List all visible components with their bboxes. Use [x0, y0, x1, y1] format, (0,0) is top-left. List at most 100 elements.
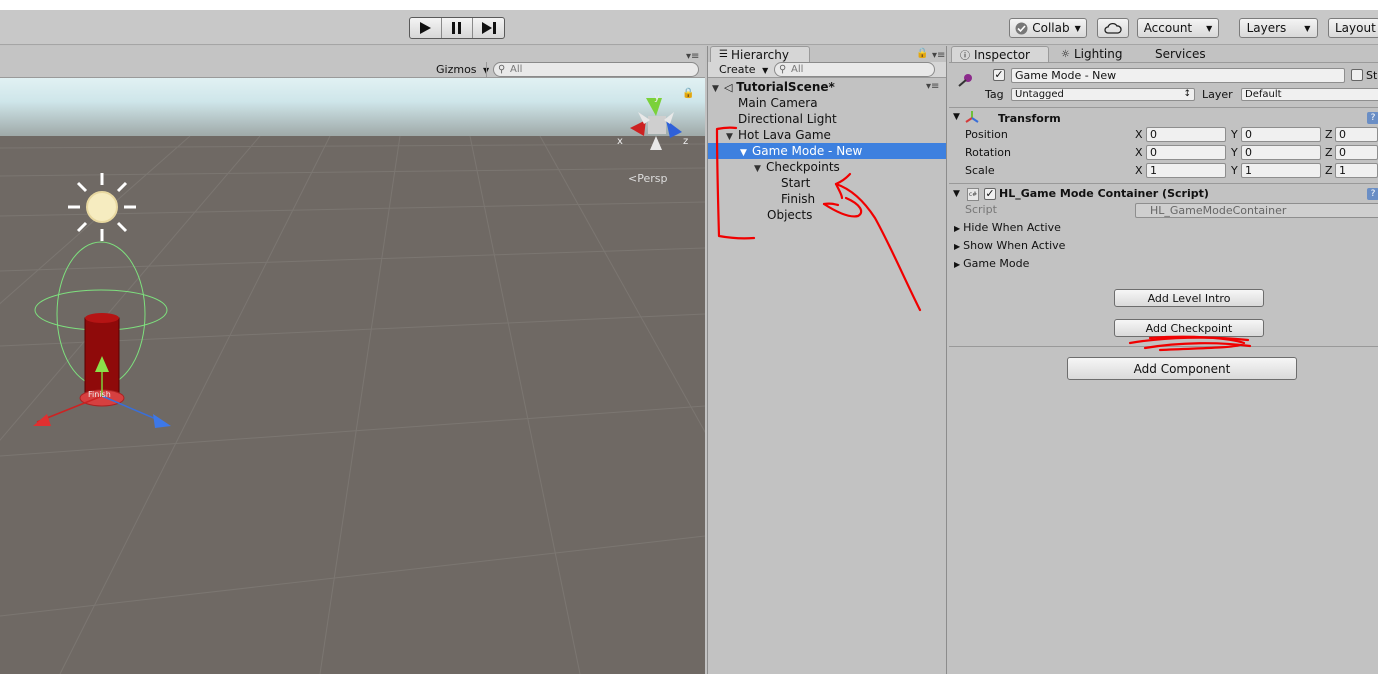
chevron-down-icon: ▼ [1206, 23, 1213, 33]
expand-triangle-icon: ▼ [712, 84, 719, 94]
search-icon: ⚲ [779, 64, 787, 75]
scene-view[interactable]: ▾≡ Gizmos ▼ ⚲ All [0, 46, 705, 674]
scale-x-field[interactable]: 1 [1146, 163, 1226, 178]
x-label: X [1135, 146, 1143, 159]
add-checkpoint-button[interactable]: Add Checkpoint [1114, 319, 1264, 337]
show-when-active-label: Show When Active [963, 239, 1066, 252]
scale-y-field[interactable]: 1 [1241, 163, 1321, 178]
pause-icon [452, 22, 461, 34]
chevron-down-icon: ▼ [762, 66, 769, 75]
layout-dropdown[interactable]: Layout [1328, 18, 1378, 38]
hierarchy-item-start[interactable]: Start [781, 175, 810, 191]
layout-label: Layout [1335, 21, 1376, 35]
lock-icon[interactable]: 🔒 [916, 48, 928, 59]
projection-toggle[interactable]: <Persp [628, 172, 667, 185]
position-x-field[interactable]: 0 [1146, 127, 1226, 142]
scene-menu-icon[interactable]: ▾≡ [926, 79, 939, 95]
add-level-intro-button[interactable]: Add Level Intro [1114, 289, 1264, 307]
layers-dropdown[interactable]: Layers ▼ [1239, 18, 1318, 38]
foldout-triangle-icon[interactable]: ▼ [953, 112, 960, 122]
window-top-strip [0, 0, 1378, 10]
component-enabled-checkbox[interactable]: ✓ [984, 188, 996, 200]
tab-lighting[interactable]: ☼ Lighting [1053, 46, 1143, 62]
create-label: Create [719, 63, 756, 76]
x-label: X [1135, 164, 1143, 177]
step-button[interactable] [473, 18, 504, 38]
z-label: Z [1325, 128, 1333, 141]
tab-inspector[interactable]: ⓘ Inspector [951, 46, 1049, 62]
script-value: HL_GameModeContainer [1150, 204, 1287, 217]
scene-search-placeholder: All [510, 64, 523, 75]
pause-button[interactable] [442, 18, 474, 38]
account-dropdown[interactable]: Account ▼ [1137, 18, 1219, 38]
tab-services[interactable]: Services [1147, 46, 1227, 62]
directional-light-icon[interactable] [66, 171, 138, 243]
script-field: HL_GameModeContainer [1135, 203, 1378, 218]
static-checkbox[interactable] [1351, 69, 1363, 81]
hide-when-active-label: Hide When Active [963, 221, 1061, 234]
search-icon: ⚲ [498, 64, 506, 75]
hierarchy-search-placeholder: All [791, 64, 804, 75]
foldout-hide-when-active[interactable]: ▶ Hide When Active [954, 221, 1061, 236]
rotation-z-field[interactable]: 0 [1335, 145, 1378, 160]
hierarchy-item-objects[interactable]: Objects [767, 207, 812, 223]
lighting-icon: ☼ [1061, 48, 1070, 60]
script-component-title: HL_Game Mode Container (Script) [999, 187, 1209, 200]
help-icon[interactable]: ? [1367, 188, 1378, 200]
selected-object-gizmo[interactable] [25, 236, 185, 436]
gizmos-label: Gizmos [436, 63, 477, 76]
rotation-x-field[interactable]: 0 [1146, 145, 1226, 160]
hierarchy-item-directional-light[interactable]: Directional Light [738, 111, 837, 127]
position-z-field[interactable]: 0 [1335, 127, 1378, 142]
axis-y-label: y [654, 92, 660, 103]
rotation-y-field[interactable]: 0 [1241, 145, 1321, 160]
checkpoints-label: Checkpoints [766, 160, 840, 174]
scene-search-input[interactable]: ⚲ All [493, 62, 699, 77]
lock-icon[interactable]: 🔒 [682, 88, 694, 99]
z-label: Z [1325, 164, 1333, 177]
hierarchy-item-finish[interactable]: Finish [781, 191, 815, 207]
collab-button[interactable]: Collab ▼ [1009, 18, 1087, 38]
hierarchy-search-input[interactable]: ⚲ All [774, 62, 935, 77]
axis-z-label: z [683, 136, 689, 147]
collab-label: Collab [1032, 21, 1070, 35]
scene-skybox [0, 78, 705, 136]
script-label: Script [965, 203, 997, 216]
x-label: X [1135, 128, 1143, 141]
object-name-field[interactable]: Game Mode - New [1011, 68, 1345, 83]
tag-dropdown[interactable]: Untagged ↕ [1011, 88, 1195, 101]
active-checkbox[interactable]: ✓ [993, 69, 1005, 81]
foldout-triangle-icon[interactable]: ▼ [953, 189, 960, 199]
hierarchy-item-game-mode-new[interactable]: ▼ Game Mode - New [708, 143, 946, 159]
layer-label: Layer [1202, 88, 1233, 101]
foldout-show-when-active[interactable]: ▶ Show When Active [954, 239, 1065, 254]
panel-menu-icon[interactable]: ▾≡ [932, 50, 945, 61]
axis-x-label: x [617, 136, 623, 147]
scene-root-row[interactable]: ▼ ◁ TutorialScene* ▾≡ [712, 79, 946, 95]
tag-value: Untagged [1015, 89, 1064, 100]
hierarchy-item-checkpoints[interactable]: ▼ Checkpoints [754, 159, 840, 175]
hierarchy-item-hot-lava-game[interactable]: ▼ Hot Lava Game [726, 127, 831, 143]
play-button[interactable] [410, 18, 442, 38]
position-y-field[interactable]: 0 [1241, 127, 1321, 142]
static-label: St [1366, 69, 1378, 82]
persp-label: Persp [637, 172, 668, 185]
script-icon: c# [967, 188, 979, 201]
lighting-tab-label: Lighting [1073, 47, 1123, 61]
gizmos-dropdown[interactable]: Gizmos ▼ [436, 63, 489, 76]
layer-dropdown[interactable]: Default [1241, 88, 1378, 101]
cloud-button[interactable] [1097, 18, 1129, 38]
hierarchy-list-icon: ☰ [719, 49, 728, 60]
foldout-triangle-icon: ▶ [954, 260, 961, 269]
panel-menu-icon[interactable]: ▾≡ [686, 51, 699, 62]
scale-z-field[interactable]: 1 [1335, 163, 1378, 178]
hierarchy-item-main-camera[interactable]: Main Camera [738, 95, 818, 111]
tab-hierarchy[interactable]: ☰ Hierarchy [710, 46, 810, 62]
expand-triangle-icon: ▼ [754, 164, 761, 174]
foldout-game-mode[interactable]: ▶ Game Mode [954, 257, 1029, 272]
finish-object-label: Finish [88, 390, 111, 399]
create-dropdown[interactable]: Create ▼ [719, 63, 768, 76]
add-component-button[interactable]: Add Component [1067, 357, 1297, 380]
help-icon[interactable]: ? [1367, 112, 1378, 124]
inspector-panel: ⓘ Inspector ☼ Lighting Services ✓ Game M… [949, 46, 1378, 674]
